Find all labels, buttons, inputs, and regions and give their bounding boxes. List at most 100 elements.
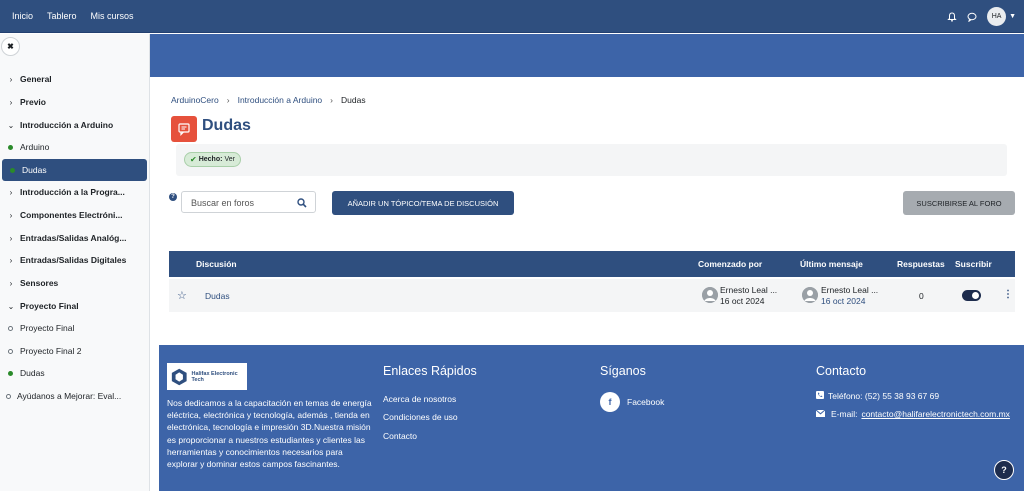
link-about-us[interactable]: Acerca de nosotros (383, 394, 456, 404)
user-avatar-icon (702, 287, 718, 303)
chevron-down-icon: ⌄ (7, 120, 15, 130)
sidebar-item-label: Dudas (22, 165, 47, 175)
sidebar-item-previo[interactable]: › Previo (0, 92, 150, 112)
column-replies[interactable]: Respuestas (897, 259, 945, 269)
sidebar-item-label: Introducción a Arduino (20, 120, 114, 130)
breadcrumb-section[interactable]: Introducción a Arduino (238, 95, 323, 105)
sidebar-item-dudas-2[interactable]: Dudas (0, 363, 150, 383)
column-subscribe: Suscribir (955, 259, 992, 269)
add-discussion-button[interactable]: AÑADIR UN TÓPICO/TEMA DE DISCUSIÓN (332, 191, 514, 215)
chevron-right-icon: › (9, 97, 13, 107)
pending-circle-icon (8, 325, 13, 331)
chevron-right-icon: › (9, 255, 13, 265)
close-icon[interactable]: ✖ (1, 37, 20, 56)
top-navbar: Inicio Tablero Mis cursos HA ▼ (0, 0, 1024, 33)
contact-phone: Teléfono: (52) 55 38 93 67 69 (816, 391, 939, 401)
chevron-right-icon: › (9, 187, 13, 197)
logo-text: Halifax Electronic Tech (191, 370, 238, 383)
subscribe-forum-button[interactable]: SUSCRIBIRSE AL FORO (903, 191, 1015, 215)
logo-hexagon-icon (171, 368, 187, 385)
sidebar-item-es-digitales[interactable]: › Entradas/Salidas Digitales (0, 250, 150, 270)
phone-text: Teléfono: (52) 55 38 93 67 69 (828, 391, 940, 401)
sidebar-item-proyecto-final-2[interactable]: Proyecto Final 2 (0, 341, 150, 361)
course-index-sidebar: ✖ › General › Previo ⌄ Introducción a Ar… (0, 34, 150, 491)
completion-label: Hecho: (198, 156, 223, 163)
column-last-post[interactable]: Último mensaje (800, 259, 863, 269)
sidebar-item-arduino[interactable]: Arduino (0, 137, 150, 157)
chevron-right-icon: › (9, 210, 13, 220)
contact-title: Contacto (816, 364, 867, 378)
sidebar-item-label: Proyecto Final (20, 323, 75, 333)
replies-count: 0 (919, 291, 924, 301)
sidebar-item-label: Proyecto Final (20, 301, 79, 311)
forum-search (181, 191, 316, 213)
breadcrumb: ArduinoCero › Introducción a Arduino › D… (171, 95, 366, 105)
primary-navigation: Inicio Tablero Mis cursos (12, 11, 134, 21)
sidebar-item-componentes[interactable]: › Componentes Electróni... (0, 205, 150, 225)
sidebar-item-label: Sensores (20, 278, 59, 288)
completion-value: Ver (224, 156, 235, 163)
search-input[interactable] (191, 196, 291, 209)
completed-dot-icon (8, 144, 13, 150)
table-row: ☆ Dudas Ernesto Leal ... 16 oct 2024 Ern… (169, 279, 1015, 312)
completed-dot-icon (8, 370, 13, 376)
subscribe-toggle[interactable] (962, 290, 981, 301)
sidebar-item-label: Entradas/Salidas Analóg... (20, 233, 127, 243)
breadcrumb-course[interactable]: ArduinoCero (171, 95, 219, 105)
nav-home[interactable]: Inicio (12, 11, 33, 21)
page-title: Dudas (202, 117, 251, 134)
sidebar-item-label: Dudas (20, 368, 45, 378)
link-terms[interactable]: Condiciones de uso (383, 412, 458, 422)
phone-icon (816, 391, 824, 401)
nav-dashboard[interactable]: Tablero (47, 11, 77, 21)
chat-icon[interactable] (967, 12, 977, 22)
contact-email: E-mail: contacto@halifarelectronictech.c… (815, 409, 1010, 419)
sidebar-item-label: Previo (20, 97, 46, 107)
sidebar-item-proyecto-final-section[interactable]: ⌄ Proyecto Final (0, 296, 150, 316)
sidebar-item-intro-arduino[interactable]: ⌄ Introducción a Arduino (0, 115, 150, 135)
pending-circle-icon (8, 348, 13, 354)
chevron-down-icon[interactable]: ▼ (1009, 13, 1016, 20)
email-label: E-mail: (831, 409, 858, 419)
started-by-date: 16 oct 2024 (720, 296, 765, 306)
forum-icon (171, 116, 197, 142)
sidebar-item-general[interactable]: › General (0, 69, 150, 89)
pending-circle-icon (6, 393, 11, 399)
last-post-name[interactable]: Ernesto Leal ... (821, 285, 878, 295)
star-icon[interactable]: ☆ (177, 289, 187, 302)
breadcrumb-separator: › (330, 95, 334, 105)
nav-my-courses[interactable]: Mis cursos (91, 11, 134, 21)
breadcrumb-separator: › (226, 95, 230, 105)
link-contact[interactable]: Contacto (383, 431, 417, 441)
search-icon[interactable] (297, 198, 307, 210)
user-avatar-icon (802, 287, 818, 303)
user-tools: HA ▼ (947, 7, 1016, 26)
column-discussion[interactable]: Discusión (196, 259, 237, 269)
facebook-icon[interactable]: f (600, 392, 620, 412)
sidebar-item-label: Introducción a la Progra... (20, 187, 125, 197)
started-by-name[interactable]: Ernesto Leal ... (720, 285, 777, 295)
sidebar-item-ayudanos[interactable]: Ayúdanos a Mejorar: Eval... (0, 386, 150, 406)
sidebar-item-es-analogicas[interactable]: › Entradas/Salidas Analóg... (0, 228, 150, 248)
chevron-right-icon: › (9, 74, 13, 84)
help-icon[interactable]: ? (169, 193, 177, 201)
sidebar-item-dudas-active[interactable]: Dudas (2, 159, 147, 181)
bell-icon[interactable] (947, 11, 957, 22)
last-post-date[interactable]: 16 oct 2024 (821, 296, 865, 306)
avatar[interactable]: HA (987, 7, 1007, 26)
sidebar-item-sensores[interactable]: › Sensores (0, 273, 150, 293)
breadcrumb-current: Dudas (341, 95, 366, 105)
sidebar-item-proyecto-final[interactable]: Proyecto Final (0, 318, 150, 338)
footer-logo: Halifax Electronic Tech (167, 363, 247, 390)
help-button[interactable]: ? (994, 460, 1014, 480)
discussion-link[interactable]: Dudas (205, 291, 230, 301)
column-started-by[interactable]: Comenzado por (698, 259, 762, 269)
sidebar-item-label: Componentes Electróni... (20, 210, 123, 220)
discussion-table-header: Discusión Comenzado por Último mensaje R… (169, 251, 1015, 277)
email-link[interactable]: contacto@halifarelectronictech.com.mx (861, 409, 1009, 419)
completion-badge: ✔ Hecho: Ver (184, 152, 241, 167)
more-options-icon[interactable]: ⋮ (1003, 289, 1013, 300)
sidebar-item-intro-programacion[interactable]: › Introducción a la Progra... (0, 182, 150, 202)
facebook-link[interactable]: Facebook (627, 397, 664, 407)
chevron-right-icon: › (9, 278, 13, 288)
